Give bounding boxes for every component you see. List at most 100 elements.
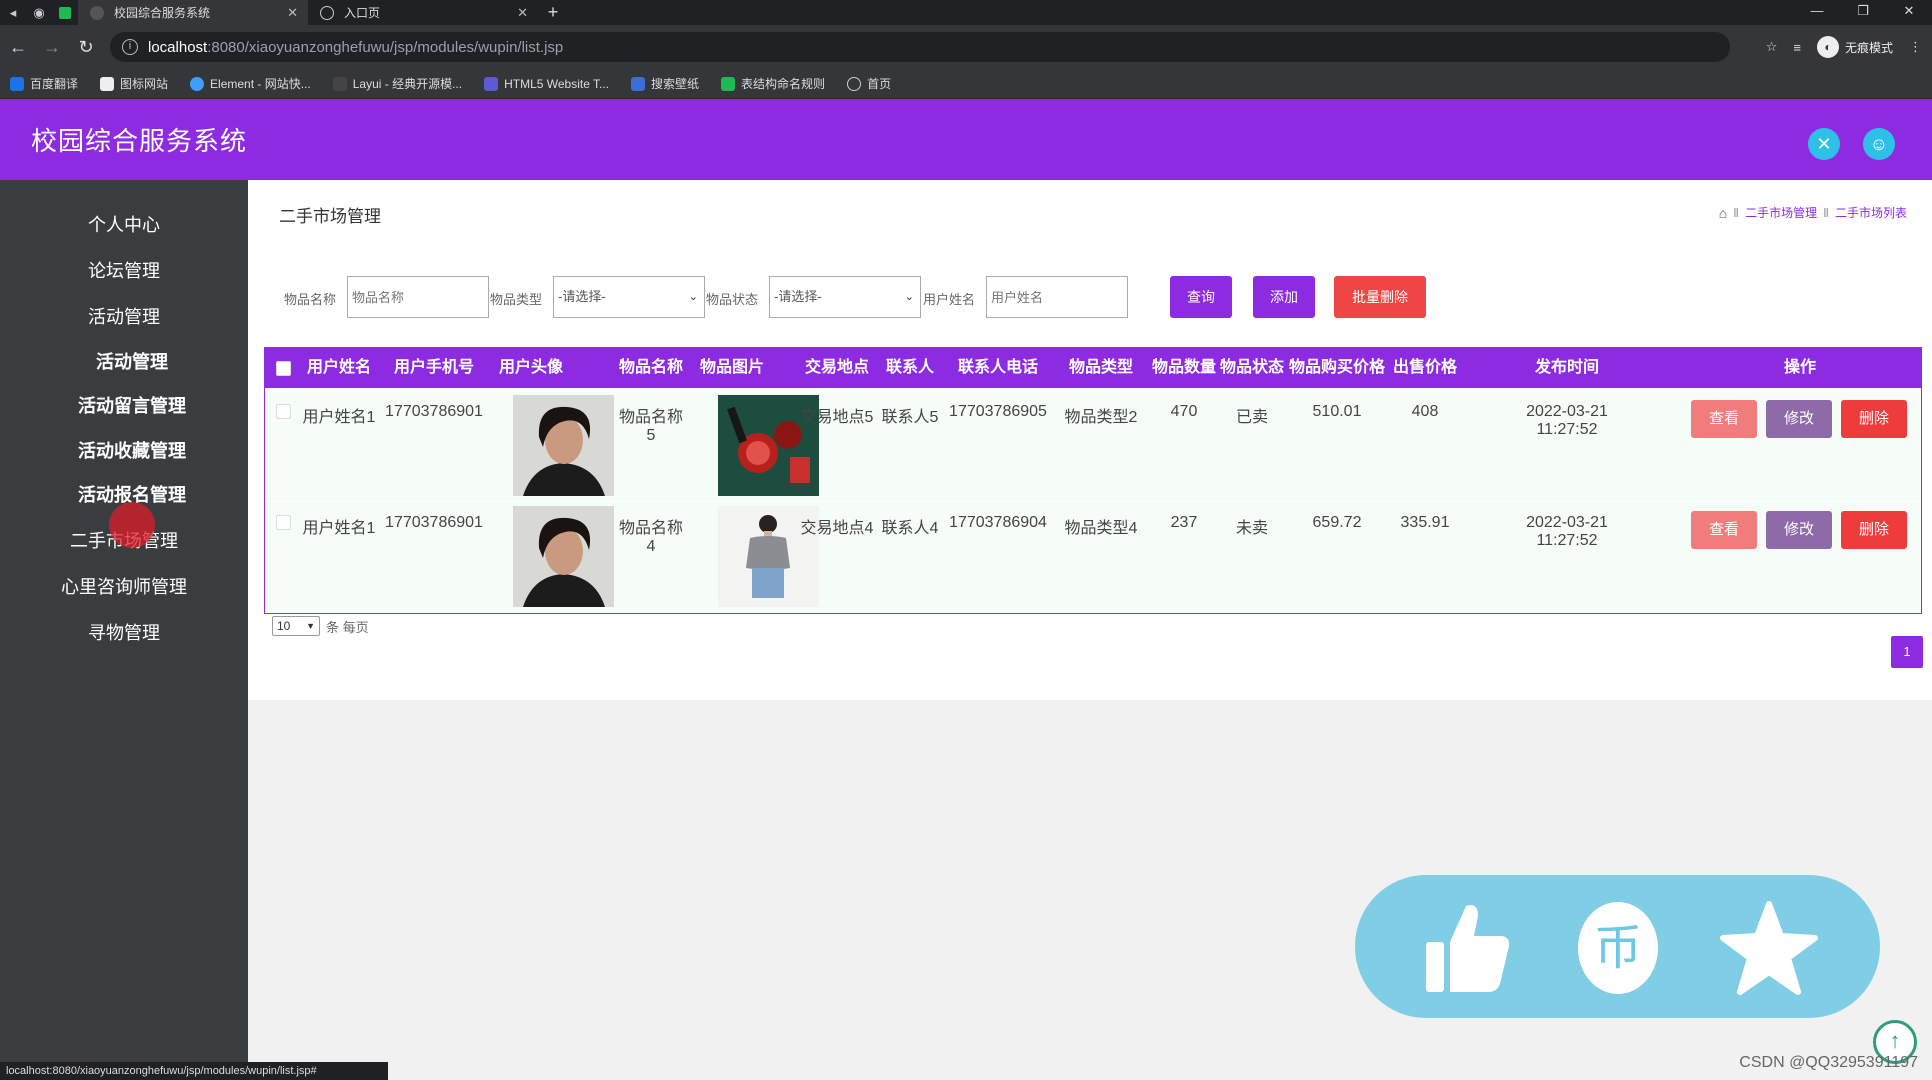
bookmark-item[interactable]: Layui - 经典开源模... bbox=[332, 75, 462, 92]
browser-tab-active[interactable]: 校园综合服务系统 ✕ bbox=[78, 0, 308, 25]
col-header: 物品类型 bbox=[1068, 359, 1133, 376]
url-input[interactable]: i localhost:8080/xiaoyuanzonghefuwu/jsp/… bbox=[110, 32, 1730, 62]
breadcrumb-item[interactable]: 二手市场列表 bbox=[1835, 204, 1907, 221]
page-size-value: 10 bbox=[277, 619, 291, 633]
cell-quantity: 470 bbox=[1170, 403, 1198, 420]
view-button[interactable]: 查看 bbox=[1691, 511, 1757, 549]
col-header: 物品购买价格 bbox=[1288, 359, 1385, 376]
table-row: 用户姓名1 17703786901 物品名称4 交易地点4 联系人4 17703… bbox=[265, 502, 1921, 612]
avatar bbox=[513, 506, 614, 607]
sidebar-subitem-activity[interactable]: 活动管理 bbox=[8, 347, 256, 377]
col-header: 物品名称 bbox=[618, 359, 683, 376]
user-icon[interactable]: ☺ bbox=[1863, 128, 1895, 160]
bookmark-item[interactable]: HTML5 Website T... bbox=[484, 76, 610, 91]
row-checkbox[interactable] bbox=[276, 404, 291, 419]
address-bar: ← → ↻ i localhost:8080/xiaoyuanzonghefuw… bbox=[0, 25, 1932, 69]
element-icon bbox=[190, 76, 205, 91]
cell-sell-price: 408 bbox=[1411, 403, 1439, 420]
coin-icon[interactable]: 币 bbox=[1563, 893, 1673, 1003]
star-icon[interactable]: ☆ bbox=[1766, 39, 1778, 55]
info-icon[interactable]: i bbox=[122, 39, 138, 55]
col-header: 发布时间 bbox=[1534, 359, 1599, 376]
chevron-down-icon: ▼ bbox=[306, 621, 315, 631]
bookmark-label: 表结构命名规则 bbox=[741, 77, 826, 91]
restore-icon[interactable]: ❐ bbox=[1840, 0, 1886, 25]
sidebar-item-activity[interactable]: 活动管理 bbox=[0, 302, 248, 332]
close-icon[interactable]: ✕ bbox=[517, 5, 528, 21]
sidebar-subitem-activity-favorite[interactable]: 活动收藏管理 bbox=[8, 436, 256, 466]
item-type-select[interactable]: -请选择- ⌄ bbox=[553, 276, 705, 318]
sidebar-item-personal-center[interactable]: 个人中心 bbox=[0, 210, 248, 240]
page-title: 二手市场管理 bbox=[279, 207, 381, 226]
col-header: 联系人 bbox=[885, 359, 934, 376]
page-size-select[interactable]: 10 ▼ bbox=[272, 616, 320, 636]
col-header: 出售价格 bbox=[1392, 359, 1457, 376]
forward-icon[interactable]: → bbox=[36, 31, 68, 63]
sidebar-item-lost-found[interactable]: 寻物管理 bbox=[0, 618, 248, 648]
query-button[interactable]: 查询 bbox=[1170, 276, 1232, 318]
speaker-icon[interactable]: ◂ bbox=[0, 0, 26, 25]
cell-phone: 17703786901 bbox=[385, 403, 483, 420]
delete-button[interactable]: 删除 bbox=[1841, 511, 1907, 549]
delete-button[interactable]: 删除 bbox=[1841, 400, 1907, 438]
tab-favicon-2[interactable] bbox=[52, 0, 78, 25]
user-name-input[interactable] bbox=[986, 276, 1128, 318]
browser-tab-inactive[interactable]: 入口页 ✕ bbox=[308, 0, 538, 25]
bookmark-item[interactable]: 搜索壁纸 bbox=[631, 75, 699, 92]
back-icon[interactable]: ← bbox=[2, 31, 34, 63]
item-name-input[interactable] bbox=[347, 276, 489, 318]
batch-delete-button[interactable]: 批量删除 bbox=[1334, 276, 1426, 318]
col-header: 操作 bbox=[1783, 359, 1816, 376]
tab-icon bbox=[90, 5, 104, 20]
bookmark-item[interactable]: 百度翻译 bbox=[10, 75, 78, 92]
cell-contact-phone: 17703786904 bbox=[949, 514, 1047, 531]
bookmark-item[interactable]: 表结构命名规则 bbox=[721, 75, 825, 92]
cell-sell-price: 335.91 bbox=[1400, 514, 1450, 531]
svg-text:币: 币 bbox=[1594, 920, 1642, 976]
view-button[interactable]: 查看 bbox=[1691, 400, 1757, 438]
home-icon[interactable]: ⌂ bbox=[1719, 205, 1727, 221]
search-bar: 物品名称 物品类型 -请选择- ⌄ 物品状态 -请选择- ⌄ 用户姓名 查询 添… bbox=[248, 276, 1932, 320]
watermark: CSDN @QQ3295391197 bbox=[1739, 1054, 1918, 1071]
breadcrumb-separator: Ⅱ bbox=[1733, 205, 1740, 220]
page-number-button[interactable]: 1 bbox=[1891, 636, 1923, 668]
item-status-select[interactable]: -请选择- ⌄ bbox=[769, 276, 921, 318]
cell-item-name: 物品名称4 bbox=[618, 520, 683, 555]
profile-button[interactable]: ◐ 无痕模式 bbox=[1816, 36, 1893, 58]
cell-location: 交易地点5 bbox=[800, 409, 874, 426]
select-all-checkbox[interactable] bbox=[276, 361, 291, 376]
add-button[interactable]: 添加 bbox=[1253, 276, 1315, 318]
item-type-value: -请选择- bbox=[558, 289, 606, 304]
row-checkbox[interactable] bbox=[276, 515, 291, 530]
sidebar-item-counselor[interactable]: 心里咨询师管理 bbox=[0, 572, 248, 602]
minimize-icon[interactable]: — bbox=[1794, 0, 1840, 25]
more-icon[interactable]: ⋮ bbox=[1909, 39, 1922, 55]
sidebar-subitem-activity-message[interactable]: 活动留言管理 bbox=[8, 391, 256, 421]
close-window-icon[interactable]: ✕ bbox=[1886, 0, 1932, 25]
globe-icon bbox=[847, 76, 862, 91]
reload-icon[interactable]: ↻ bbox=[70, 31, 102, 63]
reading-list-icon[interactable]: ≡ bbox=[1793, 40, 1801, 55]
breadcrumb-separator: Ⅱ bbox=[1823, 205, 1829, 220]
tab-favicon-1[interactable]: ◉ bbox=[26, 0, 52, 25]
bookmark-label: HTML5 Website T... bbox=[504, 76, 610, 91]
new-tab-button[interactable]: + bbox=[538, 2, 568, 23]
sidebar-item-forum[interactable]: 论坛管理 bbox=[0, 256, 248, 286]
breadcrumb-item[interactable]: 二手市场管理 bbox=[1745, 204, 1817, 221]
star-icon[interactable] bbox=[1714, 893, 1824, 1003]
app-header: 校园综合服务系统 ✕ ☺ bbox=[0, 99, 1932, 180]
chevron-down-icon: ⌄ bbox=[688, 291, 698, 303]
cell-user-name: 用户姓名1 bbox=[302, 520, 376, 537]
bookmark-item[interactable]: 首页 bbox=[847, 75, 891, 92]
cell-phone: 17703786901 bbox=[385, 514, 483, 531]
fullscreen-icon[interactable]: ✕ bbox=[1808, 128, 1840, 160]
data-table: 用户姓名 用户手机号 用户头像 物品名称 物品图片 交易地点 联系人 联系人电话… bbox=[264, 347, 1922, 614]
thumbs-up-icon[interactable] bbox=[1412, 893, 1522, 1003]
bookmark-item[interactable]: 图标网站 bbox=[100, 75, 168, 92]
bookmark-item[interactable]: Element - 网站快... bbox=[190, 75, 311, 92]
floating-action-panel: 币 bbox=[1355, 875, 1880, 1018]
edit-button[interactable]: 修改 bbox=[1766, 400, 1832, 438]
edit-button[interactable]: 修改 bbox=[1766, 511, 1832, 549]
close-icon[interactable]: ✕ bbox=[287, 5, 298, 21]
table-header: 用户姓名 用户手机号 用户头像 物品名称 物品图片 交易地点 联系人 联系人电话… bbox=[265, 348, 1921, 388]
